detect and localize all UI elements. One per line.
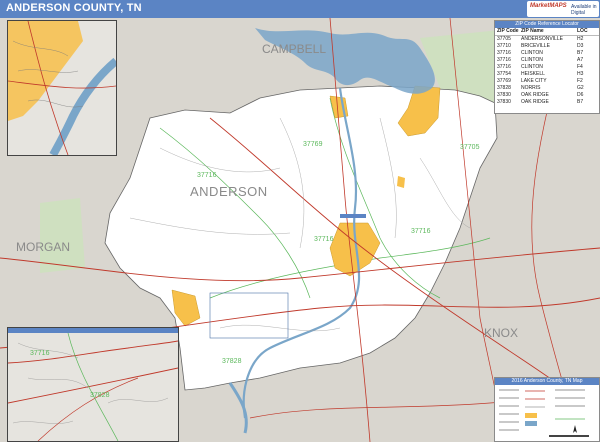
zip-code-cell: 37716	[497, 57, 511, 63]
zip-table-row: 37705 ANDERSONVILLE H2	[495, 36, 599, 43]
zip-table-row: 37830 OAK RIDGE D6	[495, 92, 599, 99]
zip-table-body: 37705 ANDERSONVILLE H2 37710 BRICEVILLE D3 377…	[495, 36, 599, 106]
zip-table-row: 37830 OAK RIDGE B7	[495, 99, 599, 106]
brand-logo: MarketMAPS Available in Digital	[527, 1, 599, 17]
col-name: ZIP Name	[521, 28, 544, 34]
park-area	[40, 198, 85, 273]
scale-bar	[549, 435, 589, 437]
zip-name-cell: CLINTON	[521, 50, 543, 56]
zip-table-row: 37716 CLINTON F4	[495, 64, 599, 71]
map-legend: 2016 Anderson County, TN Map	[494, 377, 600, 442]
zip-code-cell: 37830	[497, 99, 511, 105]
zip-code-cell: 37705	[497, 36, 511, 42]
zip-label: 37716	[411, 228, 431, 235]
inset-zip-label: 37828	[90, 392, 110, 399]
col-zip: ZIP Code	[497, 28, 519, 34]
zip-code-cell: 37716	[497, 64, 511, 70]
neighbor-label-campbell: CAMPBELL	[262, 42, 327, 56]
zip-loc-cell: D3	[577, 43, 584, 49]
zip-label: 37769	[303, 141, 323, 148]
legend-heading: 2016 Anderson County, TN Map	[495, 378, 599, 385]
zip-table-row: 37710 BRICEVILLE D3	[495, 43, 599, 50]
zip-code-cell: 37830	[497, 92, 511, 98]
zip-loc-cell: F4	[577, 64, 583, 70]
north-arrow-icon	[573, 425, 577, 433]
zip-label: 37828	[222, 358, 242, 365]
zip-label: 37705	[460, 144, 480, 151]
zip-code-cell: 37828	[497, 85, 511, 91]
zip-code-cell: 37716	[497, 50, 511, 56]
inset-svg	[8, 21, 116, 155]
zip-name-cell: CLINTON	[521, 57, 543, 63]
zip-name-cell: LAKE CITY	[521, 78, 547, 84]
zip-name-cell: HEISKELL	[521, 71, 545, 77]
norris-lake	[255, 28, 435, 94]
zip-name-cell: OAK RIDGE	[521, 99, 549, 105]
neighbor-label-morgan: MORGAN	[16, 240, 70, 254]
legend-svg	[499, 389, 589, 437]
zip-code-cell: 37769	[497, 78, 511, 84]
inset-zip-label: 37716	[30, 350, 50, 357]
logo-sub: Available in Digital	[571, 4, 597, 16]
zip-loc-cell: B7	[577, 99, 584, 105]
zip-name-cell: BRICEVILLE	[521, 43, 550, 49]
zip-table-row: 37769 LAKE CITY F2	[495, 78, 599, 85]
zip-reference-table: ZIP Code Reference Locator ZIP Code ZIP …	[494, 20, 600, 114]
zip-table-row: 37754 HEISKELL H3	[495, 71, 599, 78]
zip-table-heading: ZIP Code Reference Locator	[495, 21, 599, 28]
zip-table-row: 37716 CLINTON A7	[495, 57, 599, 64]
zip-loc-cell: D6	[577, 92, 584, 98]
zip-table-header: ZIP Code ZIP Name LOC	[495, 28, 599, 36]
zip-label: 37716	[314, 236, 334, 243]
zip-loc-cell: H3	[577, 71, 584, 77]
inset-map-north[interactable]	[7, 20, 117, 156]
detail-marker	[340, 214, 366, 218]
zip-loc-cell: F2	[577, 78, 583, 84]
inset-map-south[interactable]: 37716 37828	[7, 327, 179, 442]
zip-name-cell: CLINTON	[521, 64, 543, 70]
logo-brand: MarketMAPS	[530, 3, 567, 9]
zip-label: 37716	[197, 172, 217, 179]
county-label: ANDERSON	[190, 184, 268, 199]
zip-code-cell: 37710	[497, 43, 511, 49]
zip-loc-cell: H2	[577, 36, 584, 42]
zip-loc-cell: G2	[577, 85, 584, 91]
zip-code-cell: 37754	[497, 71, 511, 77]
map-page: ANDERSON COUNTY, TN MarketMAPS Available…	[0, 0, 600, 442]
title-bar: ANDERSON COUNTY, TN MarketMAPS Available…	[0, 0, 600, 18]
city-area	[397, 176, 405, 188]
zip-name-cell: OAK RIDGE	[521, 92, 549, 98]
zip-loc-cell: B7	[577, 50, 584, 56]
map-title: ANDERSON COUNTY, TN	[6, 2, 142, 14]
zip-loc-cell: A7	[577, 57, 584, 63]
zip-name-cell: ANDERSONVILLE	[521, 36, 563, 42]
zip-name-cell: NORRIS	[521, 85, 541, 91]
col-loc: LOC	[577, 28, 588, 34]
neighbor-label-knox: KNOX	[484, 326, 519, 340]
zip-table-row: 37716 CLINTON B7	[495, 50, 599, 57]
zip-table-row: 37828 NORRIS G2	[495, 85, 599, 92]
